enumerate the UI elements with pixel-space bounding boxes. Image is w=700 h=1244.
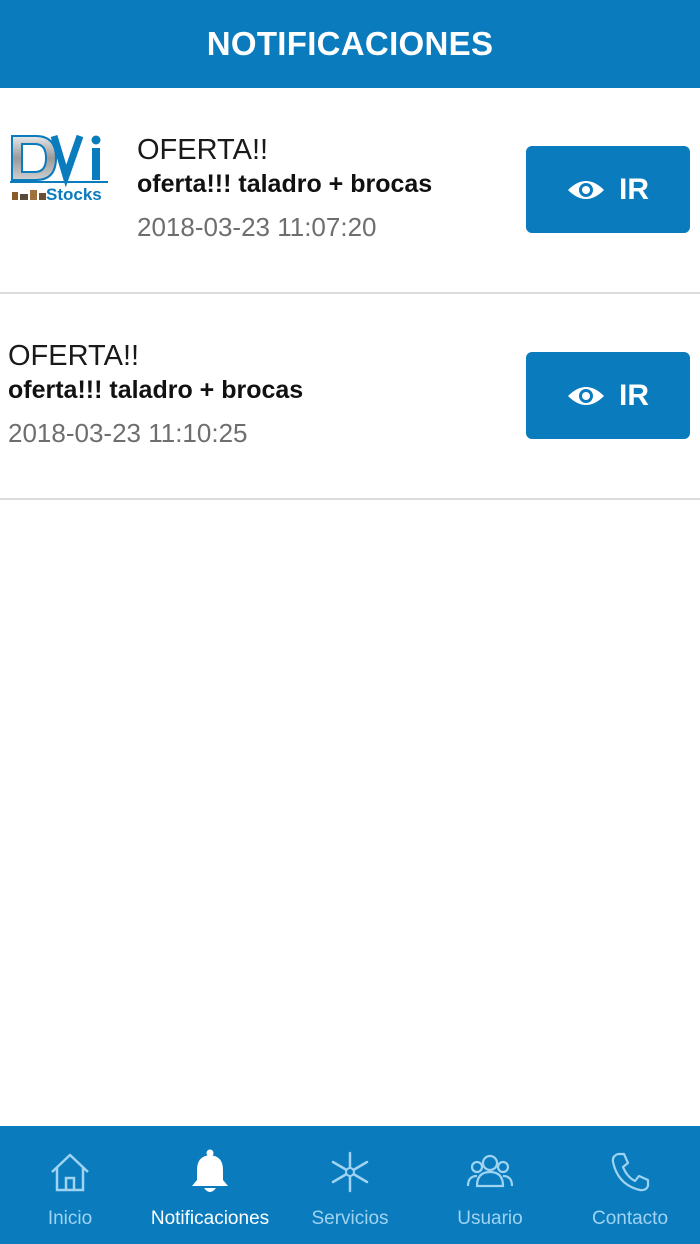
notification-subtitle: oferta!!! taladro + brocas [137, 170, 433, 198]
eye-icon [567, 178, 605, 202]
page-title: NOTIFICACIONES [206, 25, 494, 62]
notification-item: Stocks OFERTA!! oferta!!! taladro + broc… [0, 88, 700, 294]
dvi-stocks-logo: Stocks [10, 132, 108, 206]
tab-servicios[interactable]: Servicios [280, 1126, 420, 1244]
asterisk-icon [328, 1148, 372, 1196]
notification-content: OFERTA!! oferta!!! taladro + brocas 2018… [137, 132, 432, 244]
notification-subtitle: oferta!!! taladro + brocas [8, 376, 304, 404]
eye-icon [567, 384, 605, 408]
notification-title: OFERTA!! [137, 134, 269, 166]
ir-button[interactable]: IR [526, 146, 690, 233]
ir-button-label: IR [619, 378, 649, 412]
bell-icon [188, 1148, 232, 1196]
notification-content: OFERTA!! oferta!!! taladro + brocas 2018… [8, 338, 303, 450]
notification-date: 2018-03-23 11:10:25 [8, 418, 248, 448]
svg-text:Stocks: Stocks [46, 185, 102, 204]
home-icon [48, 1148, 92, 1196]
tab-label: Notificaciones [150, 1208, 270, 1229]
notification-title: OFERTA!! [8, 340, 140, 372]
notification-item: OFERTA!! oferta!!! taladro + brocas 2018… [0, 294, 700, 500]
tab-label: Inicio [47, 1208, 93, 1229]
tab-label: Servicios [311, 1208, 389, 1229]
app-header: NOTIFICACIONES [0, 0, 700, 88]
ir-button[interactable]: IR [526, 352, 690, 439]
notification-date: 2018-03-23 11:07:20 [137, 212, 377, 242]
phone-icon [608, 1148, 652, 1196]
ir-button-label: IR [619, 172, 649, 206]
tab-usuario[interactable]: Usuario [420, 1126, 560, 1244]
notification-list: Stocks OFERTA!! oferta!!! taladro + broc… [0, 88, 700, 500]
tab-label: Usuario [457, 1208, 523, 1229]
tab-contacto[interactable]: Contacto [560, 1126, 700, 1244]
tab-notificaciones[interactable]: Notificaciones [140, 1126, 280, 1244]
users-icon [465, 1148, 515, 1196]
bottom-tab-bar: Inicio Notificaciones Servicios Usuario … [0, 1126, 700, 1244]
tab-label: Contacto [591, 1208, 669, 1229]
tab-inicio[interactable]: Inicio [0, 1126, 140, 1244]
